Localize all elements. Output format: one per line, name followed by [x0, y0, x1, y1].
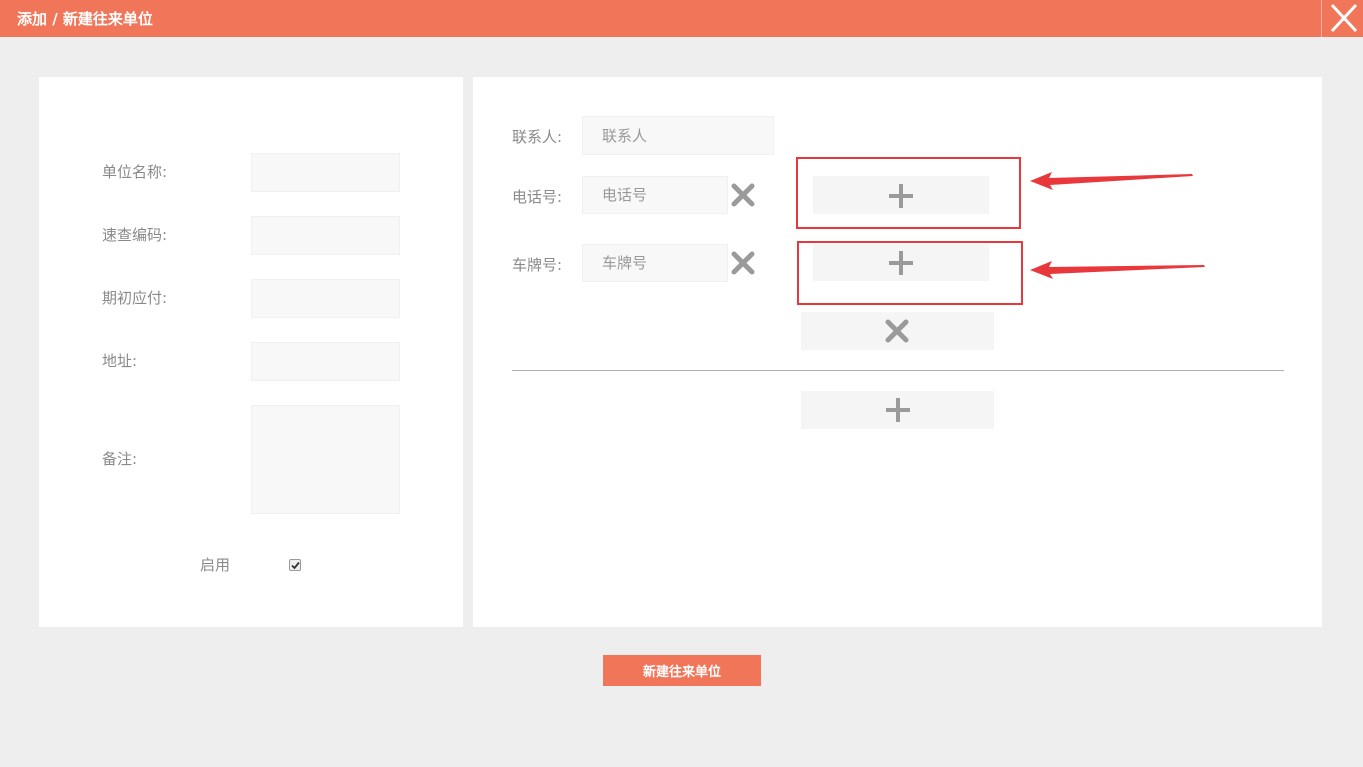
remark-textarea[interactable]	[252, 406, 399, 513]
close-button[interactable]	[1321, 0, 1363, 37]
close-icon	[885, 319, 909, 343]
close-icon	[1330, 3, 1358, 33]
plus-icon	[886, 398, 910, 422]
add-contact-button[interactable]	[801, 391, 994, 429]
contact-divider	[512, 370, 1284, 371]
dialog-title: 添加 / 新建往来单位	[17, 10, 153, 28]
phone-label: 电话号:	[512, 188, 563, 206]
opening-payable-label: 期初应付:	[102, 289, 168, 307]
arrow-icon	[1030, 261, 1205, 279]
opening-payable-field[interactable]	[251, 279, 400, 318]
highlight-box	[796, 157, 1021, 229]
contact-input[interactable]	[583, 117, 773, 154]
remove-phone-icon[interactable]	[730, 182, 756, 208]
create-unit-button[interactable]: 新建往来单位	[603, 655, 761, 686]
unit-name-input[interactable]	[252, 154, 399, 191]
enabled-checkbox[interactable]	[289, 559, 301, 571]
address-label: 地址:	[102, 352, 138, 370]
plate-field[interactable]	[582, 244, 728, 282]
address-input[interactable]	[252, 343, 399, 380]
dialog-titlebar: 添加 / 新建往来单位	[0, 0, 1363, 37]
contact-field[interactable]	[582, 116, 774, 155]
unit-name-field[interactable]	[251, 153, 400, 192]
unit-name-label: 单位名称:	[102, 163, 168, 181]
checkmark-icon	[291, 561, 300, 570]
unit-info-panel: 单位名称: 速查编码: 期初应付: 地址: 备注: 启用	[39, 77, 463, 627]
remark-field[interactable]	[251, 405, 400, 514]
quick-code-label: 速查编码:	[102, 226, 168, 244]
arrow-icon	[1030, 172, 1193, 190]
plate-label: 车牌号:	[512, 256, 563, 274]
enabled-label: 启用	[200, 556, 231, 574]
quick-code-field[interactable]	[251, 216, 400, 255]
remark-label: 备注:	[102, 450, 138, 468]
remove-plate-icon[interactable]	[730, 250, 756, 276]
opening-payable-input[interactable]	[252, 280, 399, 317]
address-field[interactable]	[251, 342, 400, 381]
remove-contact-button[interactable]	[801, 312, 994, 350]
highlight-box	[797, 241, 1023, 305]
contact-label: 联系人:	[512, 128, 563, 146]
phone-field[interactable]	[582, 176, 728, 214]
quick-code-input[interactable]	[252, 217, 399, 254]
phone-input[interactable]	[583, 177, 727, 213]
plate-input[interactable]	[583, 245, 727, 281]
